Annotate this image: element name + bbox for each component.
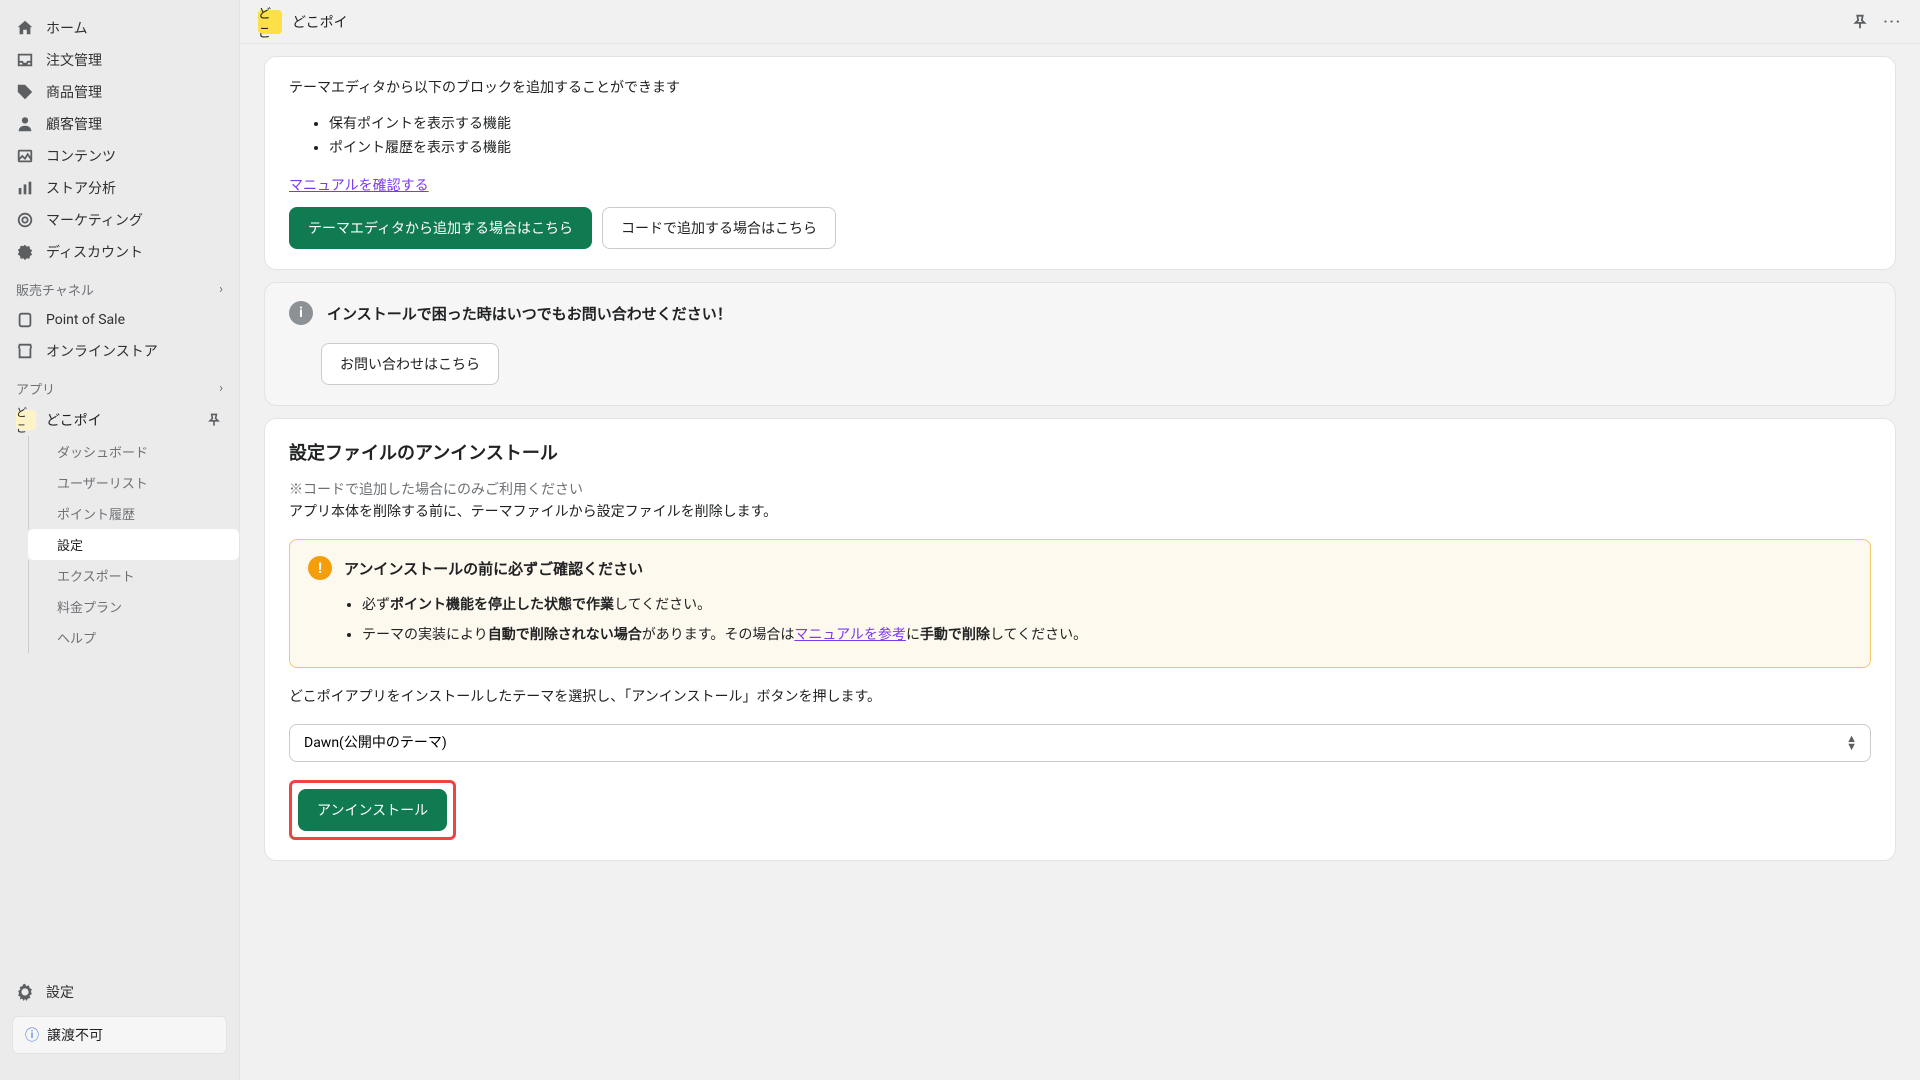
sidebar-label: ホーム bbox=[46, 18, 88, 38]
sidebar-label: マーケティング bbox=[46, 210, 143, 230]
main: どこ どこポイ ··· テーマエディタから以下のブロックを追加することができます… bbox=[240, 0, 1920, 1080]
home-icon bbox=[16, 19, 34, 37]
uninstall-note: ※コードで追加した場合にのみご利用ください bbox=[289, 479, 1871, 499]
contact-button[interactable]: お問い合わせはこちら bbox=[321, 343, 499, 385]
sidebar-item-content[interactable]: コンテンツ bbox=[0, 140, 239, 172]
info-icon: i bbox=[289, 301, 313, 325]
sidebar-item-customers[interactable]: 顧客管理 bbox=[0, 108, 239, 140]
manual-reference-link[interactable]: マニュアルを参考 bbox=[794, 627, 906, 643]
uninstall-instruction: どこポイアプリをインストールしたテーマを選択し、「アンインストール」ボタンを押し… bbox=[289, 686, 1871, 706]
feature-item: ポイント履歴を表示する機能 bbox=[329, 135, 1871, 159]
warning-title: アンインストールの前に必ずご確認ください bbox=[344, 558, 643, 579]
theme-editor-add-button[interactable]: テーマエディタから追加する場合はこちら bbox=[289, 207, 592, 249]
sales-channels-header[interactable]: 販売チャネル › bbox=[0, 268, 239, 305]
sidebar-label: オンラインストア bbox=[46, 341, 158, 361]
person-icon bbox=[16, 115, 34, 133]
sidebar-label: 商品管理 bbox=[46, 82, 102, 102]
submenu-plan[interactable]: 料金プラン bbox=[28, 591, 239, 622]
warning-box: ! アンインストールの前に必ずご確認ください 必ずポイント機能を停止した状態で作… bbox=[289, 539, 1871, 668]
app-icon: どこ bbox=[258, 10, 282, 34]
sidebar-label: 顧客管理 bbox=[46, 114, 102, 134]
gear-icon bbox=[16, 983, 34, 1001]
more-icon[interactable]: ··· bbox=[1883, 14, 1902, 30]
uninstall-desc: アプリ本体を削除する前に、テーマファイルから設定ファイルを削除します。 bbox=[289, 501, 1871, 521]
submenu-userlist[interactable]: ユーザーリスト bbox=[28, 467, 239, 498]
sidebar-item-discounts[interactable]: ディスカウント bbox=[0, 236, 239, 268]
apps-header[interactable]: アプリ › bbox=[0, 367, 239, 404]
theme-select[interactable]: Dawn(公開中のテーマ) bbox=[289, 724, 1871, 762]
warning-item: テーマの実装により自動で削除されない場合があります。その場合はマニュアルを参考に… bbox=[362, 620, 1852, 650]
uninstall-button[interactable]: アンインストール bbox=[298, 789, 447, 831]
pos-icon bbox=[16, 311, 34, 329]
uninstall-title: 設定ファイルのアンインストール bbox=[289, 439, 1871, 465]
contact-card: i インストールで困った時はいつでもお問い合わせください！ お問い合わせはこちら bbox=[264, 282, 1896, 406]
discount-icon bbox=[16, 243, 34, 261]
contact-title: インストールで困った時はいつでもお問い合わせください！ bbox=[327, 303, 732, 324]
sidebar-label: コンテンツ bbox=[46, 146, 116, 166]
pin-icon[interactable] bbox=[205, 411, 223, 429]
blocks-intro: テーマエディタから以下のブロックを追加することができます bbox=[289, 77, 1871, 97]
sidebar: ホーム 注文管理 商品管理 顧客管理 コンテンツ ストア分析 マーケティング bbox=[0, 0, 240, 1080]
app-icon: どこ bbox=[16, 410, 36, 430]
topbar: どこ どこポイ ··· bbox=[240, 0, 1920, 44]
sidebar-app-dokopoi[interactable]: どこ どこポイ bbox=[0, 404, 239, 436]
submenu-dashboard[interactable]: ダッシュボード bbox=[28, 436, 239, 467]
uninstall-card: 設定ファイルのアンインストール ※コードで追加した場合にのみご利用ください アプ… bbox=[264, 418, 1896, 861]
blocks-card: テーマエディタから以下のブロックを追加することができます 保有ポイントを表示する… bbox=[264, 56, 1896, 270]
highlight-annotation: アンインストール bbox=[289, 780, 456, 840]
submenu-point-history[interactable]: ポイント履歴 bbox=[28, 498, 239, 529]
warning-item: 必ずポイント機能を停止した状態で作業してください。 bbox=[362, 590, 1852, 620]
sidebar-item-pos[interactable]: Point of Sale bbox=[0, 305, 239, 335]
feature-item: 保有ポイントを表示する機能 bbox=[329, 111, 1871, 135]
pin-icon[interactable] bbox=[1851, 13, 1869, 31]
manual-link[interactable]: マニュアルを確認する bbox=[289, 178, 429, 194]
submenu-settings[interactable]: 設定 bbox=[28, 529, 239, 560]
inbox-icon bbox=[16, 51, 34, 69]
sidebar-label: ディスカウント bbox=[46, 242, 143, 262]
tag-icon bbox=[16, 83, 34, 101]
sidebar-item-analytics[interactable]: ストア分析 bbox=[0, 172, 239, 204]
submenu-help[interactable]: ヘルプ bbox=[28, 622, 239, 653]
sidebar-item-marketing[interactable]: マーケティング bbox=[0, 204, 239, 236]
chevron-right-icon: › bbox=[219, 282, 223, 297]
warning-icon: ! bbox=[308, 556, 332, 580]
chevron-right-icon: › bbox=[219, 381, 223, 396]
target-icon bbox=[16, 211, 34, 229]
sidebar-item-products[interactable]: 商品管理 bbox=[0, 76, 239, 108]
image-icon bbox=[16, 147, 34, 165]
sidebar-item-home[interactable]: ホーム bbox=[0, 12, 239, 44]
bar-chart-icon bbox=[16, 179, 34, 197]
app-label: どこポイ bbox=[46, 410, 102, 430]
sidebar-label: 注文管理 bbox=[46, 50, 102, 70]
sidebar-label: Point of Sale bbox=[46, 312, 125, 328]
info-icon: ⓘ bbox=[25, 1025, 39, 1045]
sidebar-item-online-store[interactable]: オンラインストア bbox=[0, 335, 239, 367]
blocks-feature-list: 保有ポイントを表示する機能 ポイント履歴を表示する機能 bbox=[329, 111, 1871, 159]
sidebar-label: ストア分析 bbox=[46, 178, 116, 198]
sidebar-item-orders[interactable]: 注文管理 bbox=[0, 44, 239, 76]
submenu-export[interactable]: エクスポート bbox=[28, 560, 239, 591]
sidebar-settings-bottom[interactable]: 設定 bbox=[0, 976, 239, 1008]
page-title: どこポイ bbox=[292, 12, 348, 32]
sidebar-label: 設定 bbox=[46, 982, 74, 1002]
store-icon bbox=[16, 342, 34, 360]
code-add-button[interactable]: コードで追加する場合はこちら bbox=[602, 207, 836, 249]
non-transferable-badge: ⓘ 譲渡不可 bbox=[12, 1016, 227, 1054]
